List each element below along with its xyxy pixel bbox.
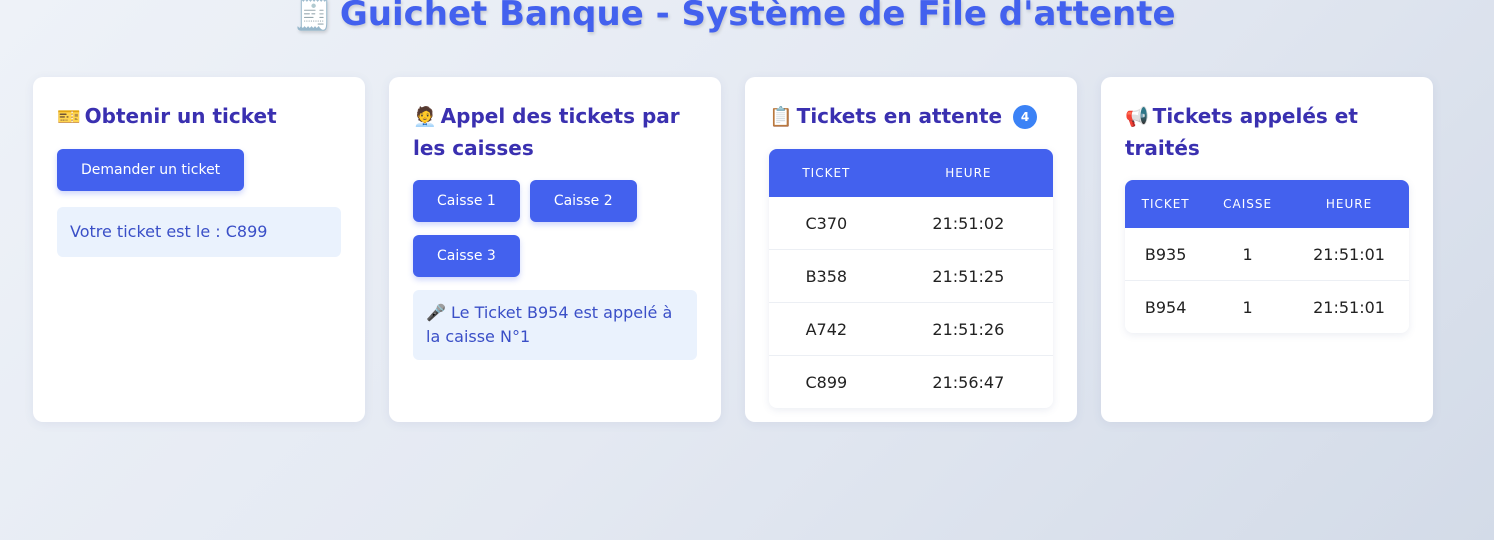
office-worker-icon: 🧑‍💼	[413, 106, 437, 128]
ticket-cell: B358	[769, 249, 884, 303]
called-tickets-card: 📢 Tickets appelés et traités TICKET CAISS…	[1101, 77, 1433, 422]
waiting-count-badge: 4	[1013, 105, 1038, 129]
get-ticket-title: 🎫 Obtenir un ticket	[57, 101, 341, 133]
call-tickets-card: 🧑‍💼 Appel des tickets par les caisses Cai…	[389, 77, 721, 422]
called-tickets-title: 📢 Tickets appelés et traités	[1125, 101, 1409, 164]
call-tickets-title: 🧑‍💼 Appel des tickets par les caisses	[413, 101, 697, 164]
table-row: A742 21:51:26	[769, 302, 1053, 356]
time-cell: 21:51:25	[883, 249, 1053, 303]
column-header-caisse: CAISSE	[1206, 180, 1290, 228]
get-ticket-card: 🎫 Obtenir un ticket Demander un ticket Vo…	[33, 77, 365, 422]
counter-2-button[interactable]: Caisse 2	[529, 180, 637, 222]
table-header-row: TICKET HEURE	[769, 149, 1053, 197]
call-tickets-title-text: Appel des tickets par les caisses	[413, 104, 680, 160]
column-header-heure: HEURE	[883, 149, 1053, 197]
receipt-icon: 🧾	[294, 0, 332, 33]
time-cell: 21:51:01	[1313, 244, 1385, 264]
ticket-cell: C899	[769, 355, 884, 408]
table-row: C899 21:56:47	[769, 355, 1053, 408]
table-row: C370 21:51:02	[769, 197, 1053, 250]
waiting-tickets-title-text: Tickets en attente	[796, 104, 1003, 128]
clipboard-icon: 📋	[769, 106, 793, 128]
request-ticket-button[interactable]: Demander un ticket	[57, 149, 245, 191]
counter-buttons-row: Caisse 1 Caisse 2	[413, 180, 697, 222]
call-announcement-message: 🎤 Le Ticket B954 est appelé à la caisse …	[413, 290, 697, 360]
called-tickets-table: TICKET CAISSE HEURE B935 1 21:51:01 B954…	[1125, 180, 1409, 333]
ticket-cell: B935	[1144, 244, 1187, 264]
ticket-cell: B954	[1125, 280, 1207, 333]
column-header-ticket: TICKET	[1125, 180, 1207, 228]
page-title-text: Guichet Banque - Système de File d'atten…	[339, 0, 1176, 34]
page-title: 🧾 Guichet Banque - Système de File d'atte…	[0, 0, 1470, 34]
called-tickets-title-text: Tickets appelés et traités	[1125, 104, 1358, 160]
time-cell: 21:51:01	[1289, 280, 1409, 333]
counter-1-button[interactable]: Caisse 1	[413, 180, 520, 222]
time-cell: 21:51:26	[883, 302, 1053, 356]
ticket-number-message: Votre ticket est le : C899	[57, 207, 341, 257]
get-ticket-title-text: Obtenir un ticket	[84, 104, 277, 128]
ticket-cell: A742	[769, 302, 884, 356]
waiting-tickets-card: 📋 Tickets en attente 4 TICKET HEURE C370 …	[745, 77, 1077, 422]
waiting-tickets-title: 📋 Tickets en attente 4	[769, 101, 1053, 133]
column-header-heure: HEURE	[1289, 180, 1409, 228]
counter-3-button[interactable]: Caisse 3	[413, 235, 520, 277]
column-header-ticket: TICKET	[769, 149, 884, 197]
megaphone-icon: 📢	[1125, 106, 1149, 128]
ticket-icon: 🎫	[57, 106, 81, 128]
table-row: B935 1 21:51:01	[1125, 228, 1409, 281]
ticket-cell: C370	[805, 213, 848, 233]
counter-buttons-row-2: Caisse 3	[413, 235, 697, 277]
table-header-row: TICKET CAISSE HEURE	[1125, 180, 1409, 228]
time-cell: 21:56:47	[883, 355, 1053, 408]
time-cell: 21:51:02	[932, 213, 1005, 233]
waiting-tickets-table: TICKET HEURE C370 21:51:02 B358 21:51:25…	[769, 149, 1053, 408]
table-row: B358 21:51:25	[769, 249, 1053, 303]
counter-cell: 1	[1206, 280, 1290, 333]
counter-cell: 1	[1242, 244, 1253, 264]
table-row: B954 1 21:51:01	[1125, 280, 1409, 333]
